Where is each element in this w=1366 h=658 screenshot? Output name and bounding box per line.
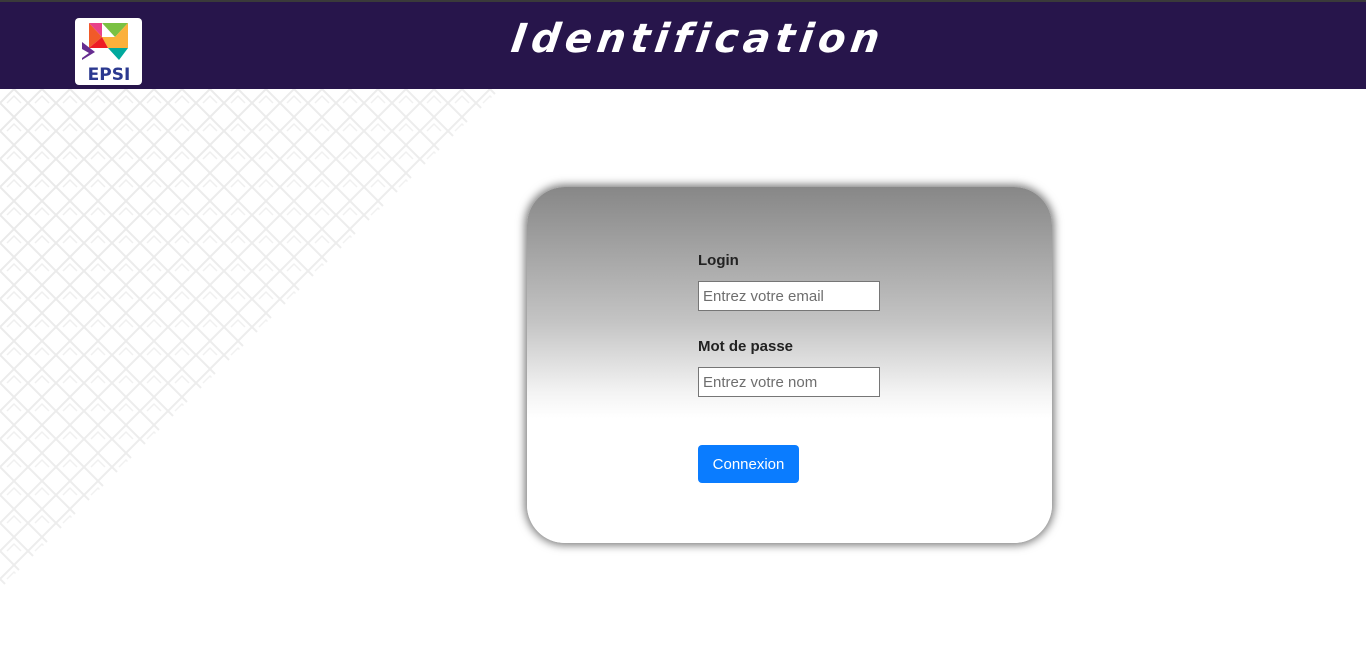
password-field[interactable] xyxy=(698,367,880,397)
background-pattern xyxy=(0,89,500,589)
page-title: Identification xyxy=(508,16,888,62)
logo-text: EPSI xyxy=(88,65,131,85)
email-field[interactable] xyxy=(698,281,880,311)
connexion-button[interactable]: Connexion xyxy=(698,445,799,483)
login-label: Login xyxy=(698,252,739,269)
login-card: Login Mot de passe Connexion xyxy=(527,187,1052,543)
header-bar: EPSI Identification xyxy=(0,2,1366,89)
password-label: Mot de passe xyxy=(698,338,794,355)
